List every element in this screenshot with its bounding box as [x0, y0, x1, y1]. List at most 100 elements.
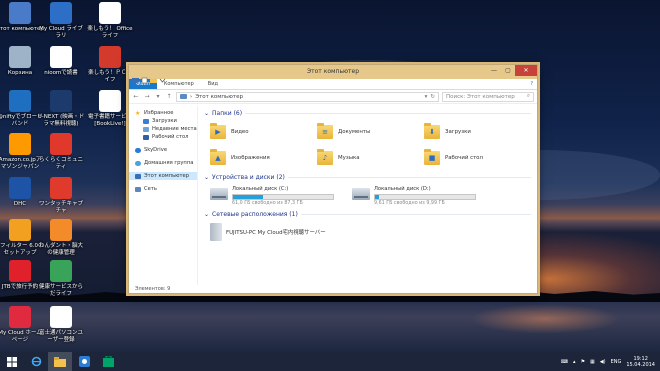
- store-button[interactable]: [96, 352, 120, 371]
- nav-desktop-label: Рабочий стол: [152, 134, 189, 140]
- desktop-icon[interactable]: 電子書籍サービス [BookLive!]: [86, 90, 134, 128]
- network-location-item[interactable]: FUJITSU-PC My Cloud宅内視聴サーバー: [204, 219, 531, 241]
- address-bar[interactable]: › Этот компьютер ▾ ↻: [176, 91, 439, 102]
- network-location-name: FUJITSU-PC My Cloud宅内視聴サーバー: [226, 230, 326, 236]
- desktop-icon[interactable]: 楽しもう！ Office ライフ: [86, 2, 134, 40]
- desktop-icon-label: わんダント・脳大の健康管理: [38, 243, 83, 256]
- folder-item[interactable]: ♪ Музыка: [317, 147, 424, 169]
- forward-button[interactable]: →: [143, 93, 151, 100]
- desktop-icon-label: らくらくコミュニティ: [38, 157, 83, 170]
- close-button[interactable]: ✕: [515, 65, 537, 76]
- recent-places-icon: [143, 126, 149, 132]
- file-explorer-button[interactable]: [48, 352, 72, 371]
- search-input[interactable]: Поиск: Этот компьютер ⌕: [442, 91, 534, 102]
- chevron-down-icon: ⌄: [204, 110, 210, 117]
- store-icon: [102, 356, 114, 367]
- folder-item[interactable]: ▲ Изображения: [210, 147, 317, 169]
- drive-free-space: 61,0 ГБ свободно из 87,3 ГБ: [232, 201, 303, 206]
- folder-item[interactable]: ⬇ Загрузки: [424, 121, 531, 143]
- desktop-icon-label: 楽しもう！ＰＣライフ: [88, 70, 132, 83]
- desktop-icon[interactable]: わんダント・脳大の健康管理: [37, 219, 85, 257]
- nav-homegroup[interactable]: Домашняя группа: [129, 159, 197, 167]
- folder-icon: ■: [424, 149, 440, 165]
- nav-recent[interactable]: Недавние места: [129, 125, 197, 133]
- recent-locations-button[interactable]: ▾: [154, 93, 162, 100]
- nioom-icon: [50, 46, 72, 68]
- jtb-icon: [9, 260, 31, 282]
- folder-badge-icon: ⬇: [429, 128, 435, 136]
- network-icon[interactable]: ▦: [590, 359, 595, 365]
- clock[interactable]: 19:12 15.04.2014: [626, 356, 655, 368]
- desktop-icon[interactable]: U-NEXT (映画・ドラマ無料視聴): [37, 90, 85, 128]
- volume-icon[interactable]: ◀): [600, 359, 606, 365]
- pc-life-icon: [99, 46, 121, 68]
- refresh-icon[interactable]: ↻: [430, 94, 435, 100]
- maximize-button[interactable]: ▢: [501, 65, 515, 76]
- system-tray: ⌨ ▴ ⚑ ▦ ◀) ENG 19:12 15.04.2014: [561, 356, 660, 368]
- start-icon: [7, 356, 17, 367]
- desktop-icon-label: U-NEXT (映画・ドラマ無料視聴): [37, 114, 85, 127]
- status-bar: Элементов: 9: [135, 286, 171, 292]
- desktop-icon[interactable]: nioomで読書: [37, 46, 85, 77]
- minimize-button[interactable]: —: [487, 65, 501, 76]
- ribbon-tabs: Файл Компьютер Вид ?: [129, 79, 537, 90]
- chevron-down-icon: ⌄: [204, 211, 210, 218]
- nav-downloads[interactable]: Загрузки: [129, 117, 197, 125]
- nav-skydrive[interactable]: SkyDrive: [129, 146, 197, 154]
- address-path: Этот компьютер: [195, 93, 243, 100]
- desktop-icon[interactable]: らくらくコミュニティ: [37, 133, 85, 171]
- show-hidden-icons-icon[interactable]: ▴: [573, 359, 576, 365]
- desktop-icon-label: ワンタッチキャプチャ: [38, 201, 83, 214]
- desktop-icon[interactable]: 富士通パソコンユーザー登録: [37, 306, 85, 344]
- folder-name: Изображения: [231, 155, 270, 161]
- folder-item[interactable]: ▶ Видео: [210, 121, 317, 143]
- nav-network[interactable]: Сеть: [129, 185, 197, 193]
- chevron-down-icon[interactable]: ▾: [425, 94, 428, 100]
- folder-item[interactable]: ■ Рабочий стол: [424, 147, 531, 169]
- folder-item[interactable]: ≡ Документы: [317, 121, 424, 143]
- internet-explorer-button[interactable]: [24, 352, 48, 371]
- address-separator: ›: [190, 93, 193, 100]
- folder-name: Видео: [231, 129, 249, 135]
- language-indicator[interactable]: ENG: [611, 359, 622, 365]
- internet-explorer-icon: [31, 356, 41, 367]
- folder-icon: ≡: [317, 123, 333, 139]
- drive-usage-fill: [375, 195, 379, 199]
- drive-item[interactable]: Локальный диск (C:) 61,0 ГБ свободно из 8…: [210, 186, 338, 206]
- drive-usage-bar: [232, 194, 334, 200]
- nav-homegroup-label: Домашняя группа: [144, 160, 194, 166]
- title-bar[interactable]: Этот компьютер — ▢ ✕: [129, 65, 537, 83]
- nav-this-pc[interactable]: Этот компьютер: [129, 172, 197, 180]
- desktop-icon[interactable]: ワンタッチキャプチャ: [37, 177, 85, 215]
- help-icon[interactable]: ?: [530, 79, 537, 89]
- nav-favorites[interactable]: ★ Избранное: [129, 109, 197, 117]
- drive-item[interactable]: Локальный диск (D:) 9,61 ГБ свободно из 9…: [352, 186, 480, 206]
- karada-icon: [50, 260, 72, 282]
- nav-desktop[interactable]: Рабочий стол: [129, 133, 197, 141]
- desktop-icon[interactable]: My Cloud ライブラリ: [37, 2, 85, 40]
- nifty-icon: [9, 90, 31, 112]
- folder-icon: ▶: [210, 123, 226, 139]
- keyboard-icon[interactable]: ⌨: [561, 359, 568, 365]
- downloads-icon: [143, 118, 149, 124]
- up-button[interactable]: ↑: [165, 93, 173, 100]
- folder-badge-icon: ▲: [215, 154, 221, 162]
- computer-icon: [9, 2, 31, 24]
- homegroup-icon: [135, 160, 141, 166]
- desktop-icon[interactable]: 楽しもう！ＰＣライフ: [86, 46, 134, 84]
- star-icon: ★: [135, 109, 141, 117]
- group-network-header[interactable]: ⌄ Сетевые расположения (1): [204, 210, 531, 219]
- folder-icon: ⬇: [424, 123, 440, 139]
- desktop-icon[interactable]: 健康サービスからだライフ: [37, 260, 85, 298]
- desktop-icon-label: nioomで読書: [44, 70, 78, 76]
- start-button[interactable]: [0, 352, 24, 371]
- group-folders-header[interactable]: ⌄ Папки (6): [204, 109, 531, 118]
- tab-view[interactable]: Вид: [201, 79, 225, 89]
- navigation-pane: ★ Избранное Загрузки Недавние места Рабо…: [129, 106, 198, 285]
- app-button[interactable]: [72, 352, 96, 371]
- group-devices-header[interactable]: ⌄ Устройства и диски (2): [204, 173, 531, 182]
- desktop-icon-label: My Cloud ライブラリ: [39, 26, 83, 39]
- back-button[interactable]: ←: [132, 93, 140, 100]
- office-icon: [99, 2, 121, 24]
- action-center-icon[interactable]: ⚑: [581, 359, 585, 365]
